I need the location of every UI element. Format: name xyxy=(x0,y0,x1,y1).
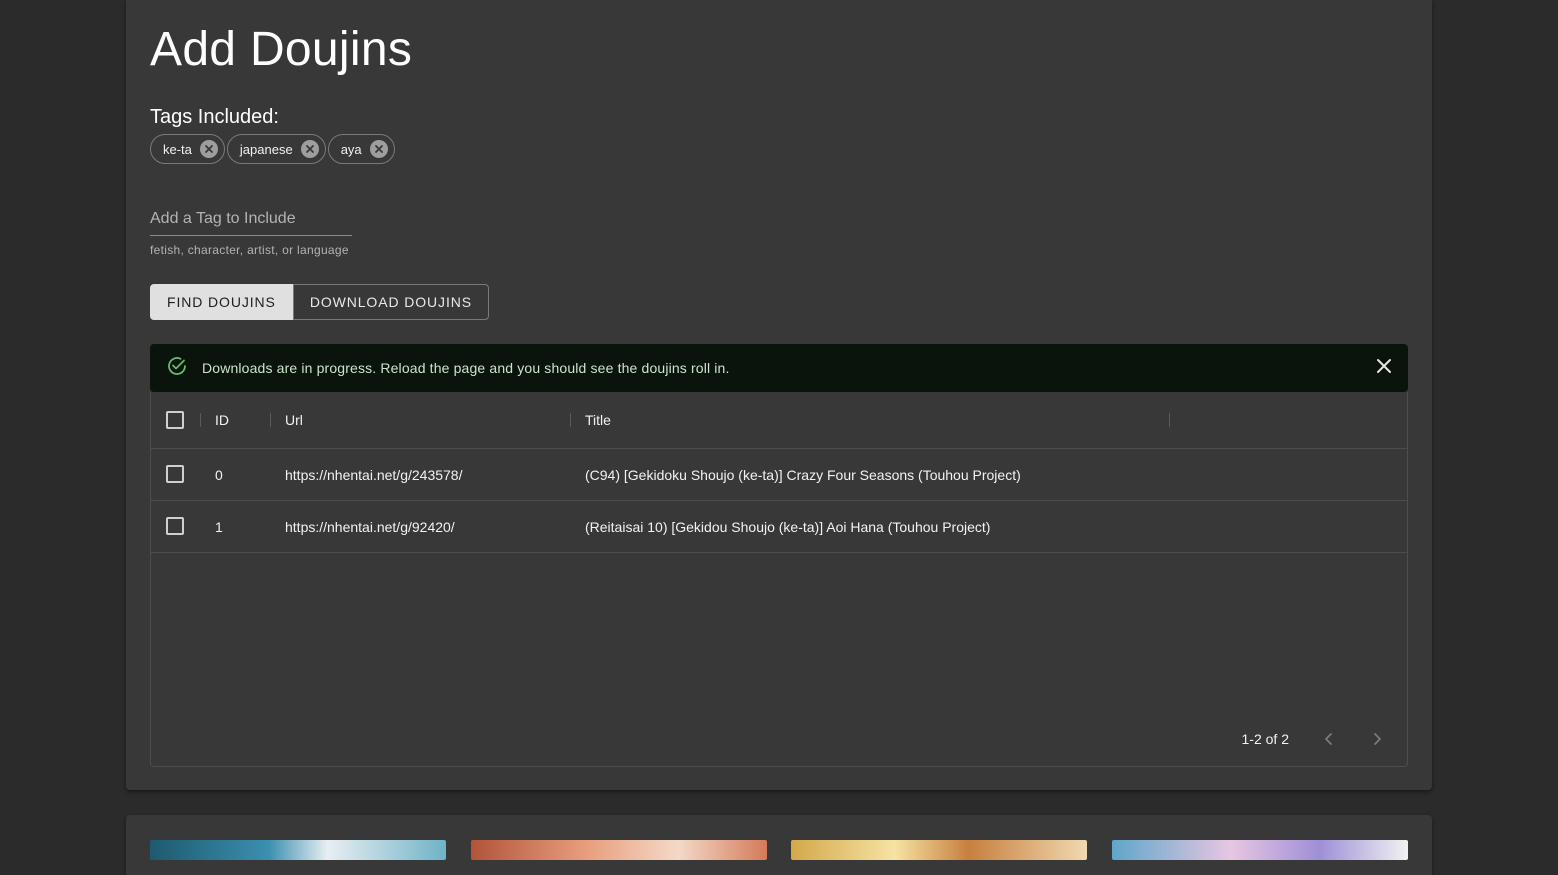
add-tag-field xyxy=(150,204,352,236)
doujin-cover-thumbnail[interactable] xyxy=(471,840,767,860)
row-title-cell: (C94) [Gekidoku Shoujo (ke-ta)] Crazy Fo… xyxy=(585,466,1021,483)
table-row[interactable]: 1 https://nhentai.net/g/92420/ (Reitaisa… xyxy=(151,501,1407,553)
grid-header-row: ID Url Title xyxy=(151,392,1407,449)
alert-message: Downloads are in progress. Reload the pa… xyxy=(202,360,730,376)
check-circle-outline-icon xyxy=(166,355,188,382)
row-url-cell: https://nhentai.net/g/243578/ xyxy=(285,466,463,483)
column-separator xyxy=(570,413,571,427)
tag-chip[interactable]: japanese xyxy=(226,134,326,164)
table-row[interactable]: 0 https://nhentai.net/g/243578/ (C94) [G… xyxy=(151,449,1407,501)
row-id-cell: 0 xyxy=(215,466,223,483)
tag-chip[interactable]: aya xyxy=(327,134,395,164)
doujin-cover-thumbnail[interactable] xyxy=(1112,840,1408,860)
find-doujins-button[interactable]: FIND DOUJINS xyxy=(150,284,293,320)
column-separator xyxy=(270,413,271,427)
row-select-checkbox[interactable] xyxy=(166,465,184,483)
tag-chip[interactable]: ke-ta xyxy=(150,134,225,164)
page-title: Add Doujins xyxy=(150,23,413,76)
doujin-cover-thumbnail[interactable] xyxy=(791,840,1087,860)
chevron-right-icon[interactable] xyxy=(1363,725,1391,753)
column-header-title[interactable]: Title xyxy=(585,392,611,448)
tags-included-heading: Tags Included: xyxy=(150,106,279,128)
tag-chip-list: ke-ta japanese aya xyxy=(150,134,395,164)
grid-footer: 1-2 of 2 xyxy=(151,712,1407,766)
pagination-count: 1-2 of 2 xyxy=(1241,731,1289,747)
cancel-circle-icon[interactable] xyxy=(369,140,388,158)
close-icon[interactable] xyxy=(1374,356,1394,381)
add-tag-input[interactable] xyxy=(150,204,352,236)
action-button-group: FIND DOUJINS DOWNLOAD DOUJINS xyxy=(150,284,489,320)
tag-chip-label: ke-ta xyxy=(163,141,192,157)
doujin-cover-thumbnail[interactable] xyxy=(150,840,446,860)
doujin-data-grid: ID Url Title 0 https://nhentai.net/g/243… xyxy=(150,392,1408,767)
success-alert: Downloads are in progress. Reload the pa… xyxy=(150,344,1408,392)
add-tag-helper-text: fetish, character, artist, or language xyxy=(150,243,349,257)
select-all-checkbox[interactable] xyxy=(166,411,184,429)
download-doujins-button[interactable]: DOWNLOAD DOUJINS xyxy=(292,284,489,320)
cancel-circle-icon[interactable] xyxy=(300,140,319,158)
row-url-cell: https://nhentai.net/g/92420/ xyxy=(285,518,455,535)
row-id-cell: 1 xyxy=(215,518,223,535)
row-select-checkbox[interactable] xyxy=(166,517,184,535)
cancel-circle-icon[interactable] xyxy=(199,140,218,158)
column-separator xyxy=(200,413,201,427)
row-title-cell: (Reitaisai 10) [Gekidou Shoujo (ke-ta)] … xyxy=(585,518,991,535)
tag-chip-label: aya xyxy=(340,141,362,157)
column-separator xyxy=(1169,413,1170,427)
chevron-left-icon[interactable] xyxy=(1315,725,1343,753)
column-header-id[interactable]: ID xyxy=(215,392,229,448)
column-header-url[interactable]: Url xyxy=(285,392,303,448)
tag-chip-label: japanese xyxy=(239,141,293,157)
